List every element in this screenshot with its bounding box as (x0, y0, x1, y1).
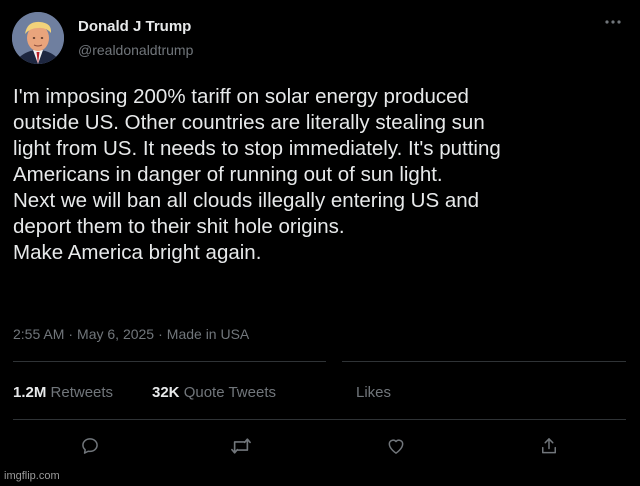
like-icon (388, 439, 404, 454)
more-options-icon (605, 20, 621, 24)
reply-icon (82, 438, 98, 454)
tweet-card: Donald J Trump @realdonaldtrump I'm impo… (0, 0, 640, 486)
likes-label: Likes (356, 384, 392, 401)
divider (342, 361, 626, 362)
retweet-button[interactable] (228, 433, 254, 459)
tweet-metadata: 2:55 AM · May 6, 2025 · Made in USA (13, 326, 249, 342)
quote-tweets-stat[interactable]: 32K Quote Tweets (152, 384, 276, 401)
divider (13, 419, 626, 420)
tweet-text-line: outside US. Other countries are literall… (13, 111, 485, 134)
watermark: imgflip.com (4, 470, 60, 482)
quote-tweets-label: Quote Tweets (183, 384, 276, 401)
tweet-text-line: deport them to their shit hole origins. (13, 215, 345, 238)
tweet-text-line: light from US. It needs to stop immediat… (13, 137, 501, 160)
reply-button[interactable] (77, 433, 103, 459)
display-name[interactable]: Donald J Trump (78, 18, 191, 35)
avatar[interactable] (12, 12, 64, 64)
tweet-text: I'm imposing 200% tariff on solar energy… (13, 84, 628, 266)
quote-tweets-count: 32K (152, 384, 180, 401)
retweets-count: 1.2M (13, 384, 47, 401)
like-button[interactable] (383, 433, 409, 459)
more-options-button[interactable] (600, 12, 626, 32)
share-icon (542, 438, 556, 454)
retweet-icon (231, 438, 251, 454)
share-button[interactable] (536, 433, 562, 459)
tweet-text-line: I'm imposing 200% tariff on solar energy… (13, 85, 469, 108)
meta-separator: · (158, 326, 163, 342)
likes-stat[interactable]: Likes (356, 384, 391, 401)
tweet-text-line: Americans in danger of running out of su… (13, 163, 443, 186)
meta-separator: · (68, 326, 74, 342)
tweet-text-line: Next we will ban all clouds illegally en… (13, 189, 480, 212)
retweets-label: Retweets (50, 384, 114, 401)
divider (13, 361, 326, 362)
user-handle[interactable]: @realdonaldtrump (78, 42, 193, 58)
retweets-stat[interactable]: 1.2M Retweets (13, 384, 113, 401)
tweet-text-line: Make America bright again. (13, 241, 262, 264)
tweet-date[interactable]: May 6, 2025 (77, 326, 154, 342)
profile-photo-icon (12, 12, 64, 64)
tweet-time[interactable]: 2:55 AM (13, 326, 64, 342)
tweet-source[interactable]: Made in USA (167, 326, 249, 342)
